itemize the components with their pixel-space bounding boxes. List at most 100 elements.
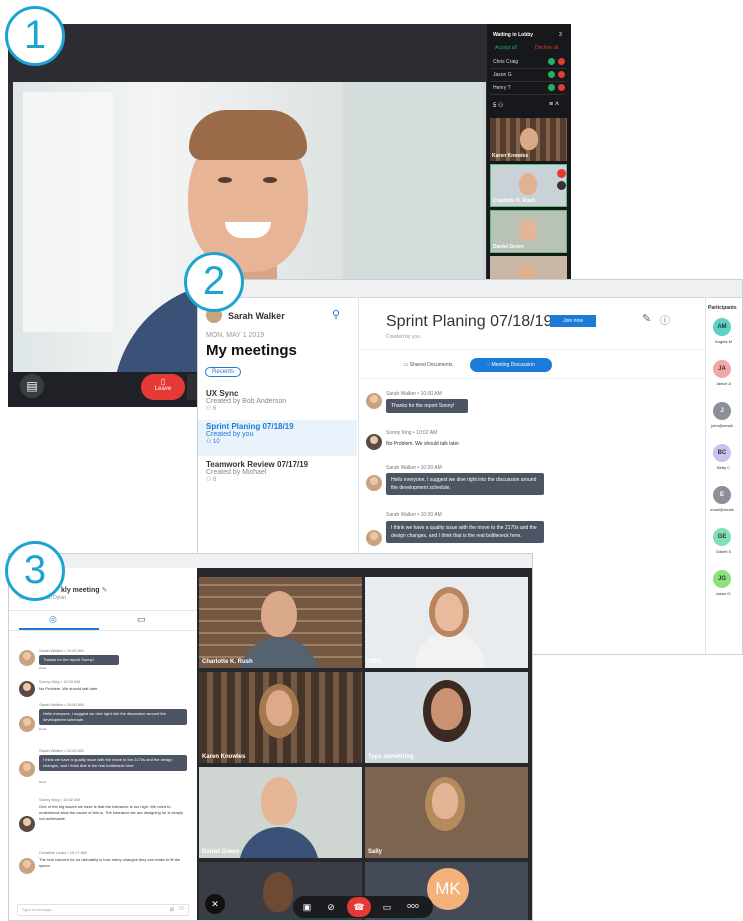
meeting-creator: Created by Michael <box>206 469 267 476</box>
person-shirt <box>415 632 485 668</box>
avatar <box>366 530 382 546</box>
participant-avatar[interactable]: GE <box>713 528 731 546</box>
lobby-item: Chris Craig <box>490 56 566 69</box>
thumbnail-name: Daniel Green <box>493 244 524 250</box>
video-tile[interactable]: Daniel Green <box>199 767 362 858</box>
edit-icon[interactable]: ✎ <box>642 312 651 325</box>
participant-name: Janice A <box>715 381 732 386</box>
participant-name: Angela M <box>715 339 732 344</box>
message-bubble: Thanks for the report Sonny! <box>386 399 468 413</box>
participants-count-value: 5 <box>493 103 497 109</box>
user-name: Sarah Walker <box>228 311 285 321</box>
join-now-button[interactable]: Join now <box>550 315 596 327</box>
decline-icon[interactable] <box>558 71 565 78</box>
video-tile[interactable]: Sally <box>365 767 528 858</box>
meeting-count: ⚇ 6 <box>206 476 356 483</box>
avatar <box>366 393 382 409</box>
search-icon[interactable]: ⚲ <box>332 308 340 321</box>
step-badge-2: 2 <box>184 252 244 312</box>
participant-avatar[interactable]: BC <box>713 444 731 462</box>
avatar <box>19 681 35 697</box>
more-icon[interactable] <box>557 181 566 190</box>
accept-all-button[interactable]: Accept all <box>495 45 517 51</box>
person-face <box>519 173 537 195</box>
avatar <box>19 761 35 777</box>
mic-off-icon[interactable]: ⊘ <box>321 897 341 917</box>
lobby-count: 3 <box>559 32 562 38</box>
decline-icon[interactable] <box>558 84 565 91</box>
video-tile[interactable]: Type something <box>365 672 528 763</box>
people-icon: ⚇ <box>498 103 504 109</box>
input-placeholder: Type a message... <box>22 907 55 912</box>
participant-thumbnail[interactable]: Karen Knowles <box>490 118 567 161</box>
close-icon[interactable]: ✕ <box>205 894 225 914</box>
message-author: Sarah Walker • 10:00 AM <box>386 391 442 397</box>
participants-list: AM Angela M JA Janice A Jjohn@email... BC Bett… <box>704 296 743 655</box>
message-input[interactable]: Type a message... ⌀ ☺ <box>17 904 189 916</box>
tile-name: Karen Knowles <box>202 754 246 760</box>
meeting-item[interactable]: UX Sync Created by Bob Anderson ⚇ 6 <box>206 389 356 412</box>
lobby-person-name: Chris Craig <box>493 59 519 65</box>
message-author: Sonny King • 10:02 AM <box>39 679 80 684</box>
hang-up-icon[interactable]: ☎ <box>347 897 371 917</box>
accept-icon[interactable] <box>548 58 555 65</box>
person-shirt <box>239 827 319 858</box>
accept-icon[interactable] <box>548 84 555 91</box>
lobby-person-name: Jason G <box>493 72 512 78</box>
participant-avatar[interactable]: AM <box>713 318 731 336</box>
list-icon[interactable]: ≡ ˄ <box>549 101 559 108</box>
recents-filter[interactable]: Recents <box>205 367 242 377</box>
chat-icon[interactable]: ▤ <box>20 374 44 398</box>
tab-label: Meeting Discussion <box>491 362 535 368</box>
folder-tab-icon[interactable]: ▭ <box>137 614 146 625</box>
avatar <box>19 816 35 832</box>
mute-icon[interactable] <box>557 169 566 178</box>
video-tile[interactable]: Karen Knowles <box>199 672 362 763</box>
participant-avatar[interactable]: E <box>713 486 731 504</box>
video-tile[interactable]: YOU <box>365 577 528 668</box>
participant-name: Jason G. <box>715 591 732 596</box>
person-eye <box>263 177 277 183</box>
lobby-person-name: Henry T <box>493 85 511 91</box>
participant-avatar[interactable]: J <box>713 402 731 420</box>
tab-meeting-discussion[interactable]: ◌ Meeting Discussion <box>470 358 552 372</box>
camera-icon[interactable]: ▣ <box>297 897 317 917</box>
divider <box>358 349 705 350</box>
edit-icon[interactable]: ✎ <box>101 587 107 594</box>
decline-icon[interactable] <box>558 58 565 65</box>
meeting-item[interactable]: Teamwork Review 07/17/19 Created by Mich… <box>206 460 356 483</box>
people-icon: ⚇ <box>206 406 214 412</box>
divider <box>9 610 197 611</box>
attach-icon[interactable]: ⌀ <box>170 905 174 913</box>
decline-all-button[interactable]: Decline all <box>535 45 558 51</box>
tab-shared-documents[interactable]: ▭ Shared Documents <box>388 358 468 372</box>
participant-thumbnail[interactable]: Daniel Green <box>490 210 567 253</box>
tile-name: YOU <box>368 659 382 665</box>
message-author: Sarah Walker • 10:00 AM <box>39 702 84 707</box>
participant-avatar[interactable]: JA <box>713 360 731 378</box>
message-author: Christine Lewis • 10:17 AM <box>39 850 87 855</box>
participant-avatar[interactable]: JG <box>713 570 731 588</box>
message-author: Sonny King • 10:02 AM <box>386 430 438 436</box>
avatar <box>366 475 382 491</box>
participant-thumbnail[interactable]: Charlotte K. Rush <box>490 164 567 207</box>
step-badge-3: 3 <box>5 541 65 601</box>
more-icon[interactable]: ooo <box>403 897 423 917</box>
chat-tab-icon[interactable]: ◎ <box>49 614 57 625</box>
message-text: One of the big issues we have is that th… <box>39 804 184 821</box>
tile-name: Charlotte K. Rush <box>202 659 253 665</box>
emoji-icon[interactable]: ☺ <box>178 905 185 912</box>
message-bubble: I think we have a quality issue with the… <box>39 755 187 771</box>
meeting-item-selected[interactable]: Sprint Planing 07/18/19 Created by you ⚇… <box>206 422 356 445</box>
info-icon[interactable]: ⓘ <box>660 312 670 327</box>
lobby-title: Waiting in Lobby <box>493 32 534 38</box>
accept-icon[interactable] <box>548 71 555 78</box>
video-tile[interactable]: Charlotte K. Rush <box>199 577 362 668</box>
leave-button[interactable]: ▯ Leave <box>141 374 185 400</box>
meeting-title-text: kly meeting <box>61 587 100 594</box>
avatar <box>19 858 35 874</box>
screen-share-icon[interactable]: ▭ <box>377 897 397 917</box>
read-receipt: Read <box>39 666 47 670</box>
meeting-count-value: 10 <box>213 439 220 445</box>
created-by: Created by you <box>386 334 420 340</box>
